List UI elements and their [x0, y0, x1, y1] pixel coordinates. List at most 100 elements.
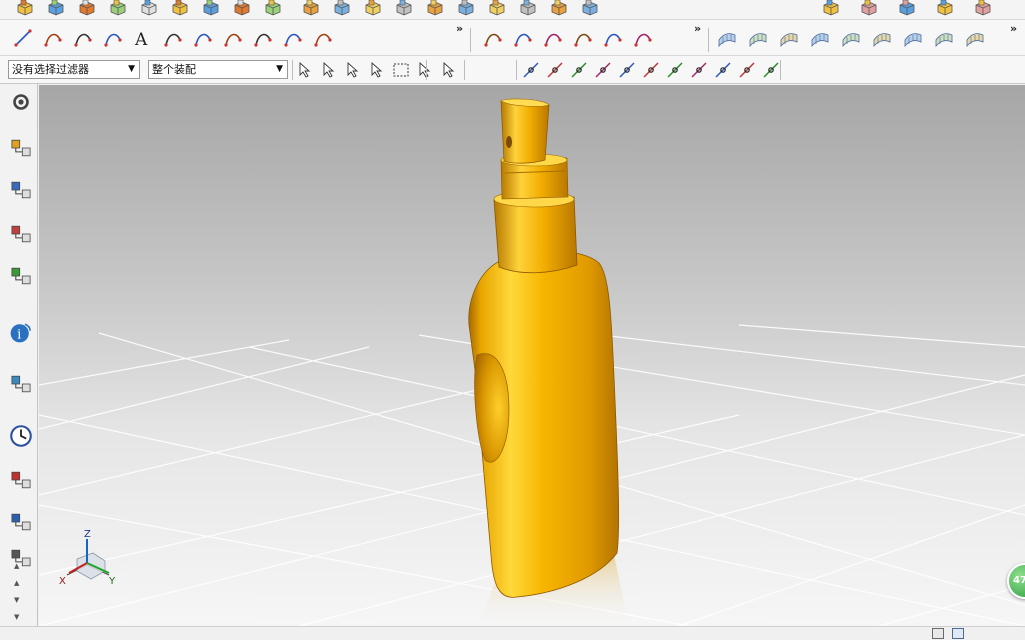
curve-toolbar-row: A » » » [0, 20, 1025, 56]
project-curve-icon[interactable] [252, 27, 274, 49]
spline-icon[interactable] [102, 27, 124, 49]
split-body-icon[interactable] [362, 0, 384, 19]
divide-curve-icon[interactable] [602, 27, 624, 49]
line-icon[interactable] [12, 27, 34, 49]
boss-icon[interactable] [138, 0, 160, 19]
rect-select-icon[interactable] [390, 59, 412, 81]
floor-grid-line [878, 584, 1025, 626]
solid-body-icon[interactable] [438, 59, 460, 81]
arc-icon[interactable] [42, 27, 64, 49]
status-icon-1[interactable] [932, 628, 944, 639]
floating-widget-label: 47 [1013, 575, 1025, 586]
quadrant-snap-icon[interactable] [688, 59, 710, 81]
block-icon[interactable] [14, 0, 36, 19]
surface-icon[interactable] [896, 0, 918, 19]
floor-grid-line [558, 329, 1025, 386]
point-on-curve-snap-icon[interactable] [712, 59, 734, 81]
edit-curve-icon[interactable] [632, 27, 654, 49]
chamfer-icon[interactable] [200, 0, 222, 19]
svg-text:A: A [134, 30, 148, 48]
join-curve-icon[interactable] [572, 27, 594, 49]
text-icon[interactable]: A [132, 27, 154, 49]
hole-icon[interactable] [107, 0, 129, 19]
curve-on-surface-icon[interactable] [282, 27, 304, 49]
sew-icon[interactable] [517, 0, 539, 19]
delete-face-icon[interactable] [820, 0, 842, 19]
info-icon[interactable]: i [7, 318, 35, 346]
trim-curve-icon[interactable] [512, 27, 534, 49]
shell-icon[interactable] [231, 0, 253, 19]
selection-filter-dropdown[interactable]: 没有选择过滤器 ▼ [8, 60, 140, 79]
sync-modeling-icon[interactable] [858, 0, 880, 19]
circle-icon[interactable] [72, 27, 94, 49]
tangent-snap-icon[interactable] [640, 59, 662, 81]
scroll-up-icon[interactable]: ▲ [14, 579, 19, 587]
feature-toolbar-row [0, 0, 1025, 20]
mesh-surface-icon[interactable] [934, 0, 956, 19]
endpoint-snap-icon[interactable] [520, 59, 542, 81]
center-snap-icon[interactable] [664, 59, 686, 81]
graphics-viewport[interactable]: Z X Y 47 [39, 85, 1025, 626]
offset-curve-icon[interactable] [192, 27, 214, 49]
select-features-icon[interactable] [294, 59, 316, 81]
toolbar-overflow-button[interactable]: » [694, 22, 701, 35]
trim-body-icon[interactable] [331, 0, 353, 19]
through-curve-mesh-icon[interactable] [778, 27, 800, 49]
deselect-icon[interactable] [318, 59, 340, 81]
n-sided-surface-icon[interactable] [840, 27, 862, 49]
pattern-icon[interactable] [262, 0, 284, 19]
unite-icon[interactable] [300, 0, 322, 19]
select-body-icon[interactable] [342, 59, 364, 81]
ruled-surface-icon[interactable] [747, 27, 769, 49]
roles-icon[interactable] [7, 544, 35, 572]
intersection-snap-icon[interactable] [616, 59, 638, 81]
scroll-up-icon[interactable]: ▲ [14, 562, 19, 570]
extrude-icon[interactable] [45, 0, 67, 19]
bridge-curve-icon[interactable] [222, 27, 244, 49]
offset-surface-icon[interactable] [871, 27, 893, 49]
wrap-curve-icon[interactable] [312, 27, 334, 49]
snap-icon[interactable] [972, 0, 994, 19]
replace-face-icon[interactable] [579, 0, 601, 19]
reuse-library-icon[interactable] [7, 262, 35, 290]
hd3d-icon[interactable] [7, 370, 35, 398]
swept-icon[interactable] [809, 27, 831, 49]
through-curves-icon[interactable] [716, 27, 738, 49]
selection-toolbar-row: 没有选择过滤器 ▼ 整个装配 ▼ [0, 56, 1025, 84]
control-point-snap-icon[interactable] [568, 59, 590, 81]
move-face-icon[interactable] [548, 0, 570, 19]
thicken-icon[interactable] [424, 0, 446, 19]
point-on-face-snap-icon[interactable] [736, 59, 758, 81]
history-icon[interactable] [7, 422, 35, 450]
midpoint-snap-icon[interactable] [544, 59, 566, 81]
process-studio-icon[interactable] [7, 508, 35, 536]
studio-surface-icon[interactable] [933, 27, 955, 49]
body-select-icon[interactable] [414, 59, 436, 81]
revolve-icon[interactable] [76, 0, 98, 19]
face-blend-icon[interactable] [964, 27, 986, 49]
toolbar-overflow-button[interactable]: » [456, 22, 463, 35]
bridge-surface-icon[interactable] [902, 27, 924, 49]
draft-icon[interactable] [455, 0, 477, 19]
scroll-down-icon[interactable]: ▼ [14, 596, 19, 604]
assembly-navigator-icon[interactable] [7, 134, 35, 162]
mirror-icon[interactable] [486, 0, 508, 19]
scene-svg: Z X Y [39, 98, 1025, 626]
selection-scope-dropdown[interactable]: 整个装配 ▼ [148, 60, 288, 79]
point-icon[interactable] [482, 27, 504, 49]
fillet-curve-icon[interactable] [162, 27, 184, 49]
curve-snap-icon[interactable] [592, 59, 614, 81]
status-icon-2[interactable] [952, 628, 964, 639]
scroll-down-icon[interactable]: ▼ [14, 613, 19, 621]
grid-snap-icon[interactable] [760, 59, 782, 81]
offset-face-icon[interactable] [393, 0, 415, 19]
settings-icon[interactable] [7, 88, 35, 116]
floor-grid-line [248, 346, 1025, 516]
constraint-navigator-icon[interactable] [7, 176, 35, 204]
part-navigator-icon[interactable] [7, 220, 35, 248]
split-curve-icon[interactable] [542, 27, 564, 49]
blend-icon[interactable] [169, 0, 191, 19]
select-face-icon[interactable] [366, 59, 388, 81]
toolbar-overflow-button[interactable]: » [1010, 22, 1017, 35]
system-materials-icon[interactable] [7, 466, 35, 494]
